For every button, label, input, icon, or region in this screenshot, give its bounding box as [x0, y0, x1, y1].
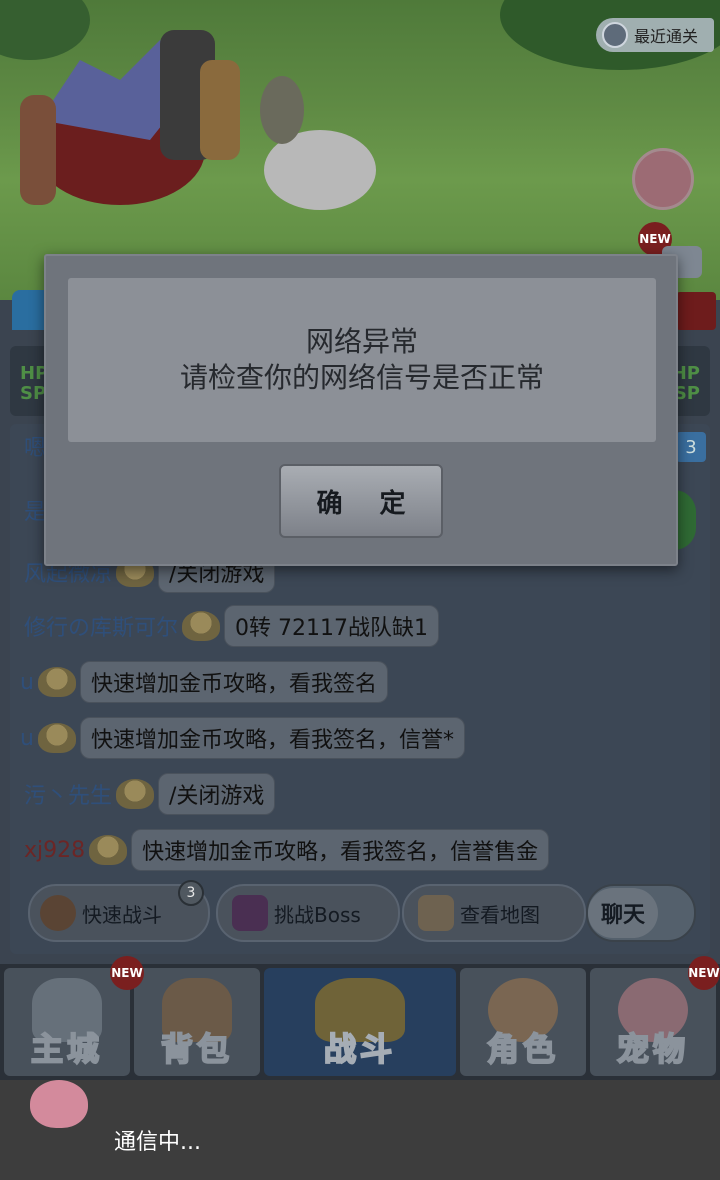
chat-message: /关闭游戏: [158, 773, 276, 815]
boss-icon: [232, 895, 268, 931]
dialog-title: 网络异常: [305, 325, 418, 358]
last-stage-button[interactable]: 最近通关: [596, 18, 714, 52]
chat-toggle[interactable]: 聊天: [586, 884, 696, 942]
chat-row: 修行の库斯可尔 0转 72117战队缺1: [24, 605, 439, 647]
nav-label: 主城: [30, 1029, 103, 1069]
chat-message: 0转 72117战队缺1: [224, 605, 439, 647]
chat-message: 快速增加金币攻略，看我签名: [79, 661, 388, 703]
play-icon: [602, 22, 628, 48]
small-creature: [260, 76, 304, 144]
chat-row: xj928 快速增加金币攻略，看我签名，信誉售金: [24, 829, 550, 871]
nav-main-city[interactable]: 主城: [4, 968, 130, 1076]
chat-username[interactable]: 修行の库斯可尔: [24, 610, 178, 642]
chat-message: 快速增加金币攻略，看我签名，信誉*: [79, 717, 465, 759]
party-characters: [20, 30, 376, 210]
warrior-icon: [40, 895, 76, 931]
new-badge: NEW: [110, 956, 144, 990]
challenge-boss-label: 挑战Boss: [274, 902, 361, 927]
nav-label: 宠物: [616, 1029, 689, 1069]
nav-label: 角色: [486, 1029, 559, 1069]
chat-row: u 快速增加金币攻略，看我签名: [20, 661, 388, 703]
chat-username[interactable]: 污丶先生: [24, 778, 112, 810]
view-map-label: 查看地图: [460, 902, 540, 927]
girl-character: [20, 95, 56, 205]
rank-medal-icon: [182, 611, 221, 641]
chat-message: 快速增加金币攻略，看我签名，信誉售金: [131, 829, 550, 871]
rank-medal-icon: [37, 723, 76, 753]
loading-text: 通信中...: [114, 1130, 201, 1155]
last-stage-label: 最近通关: [634, 27, 699, 46]
chat-username[interactable]: 嗯: [24, 430, 46, 462]
nav-character[interactable]: 角色: [460, 968, 586, 1076]
dialog-message: 请检查你的网络信号是否正常: [179, 361, 544, 394]
chat-row: 是: [24, 490, 46, 530]
confirm-button[interactable]: 确 定: [279, 464, 443, 538]
nav-battle[interactable]: 战斗: [264, 968, 456, 1076]
loading-toast: [0, 1080, 720, 1180]
chat-row: u 快速增加金币攻略，看我签名，信誉*: [20, 717, 465, 759]
rank-medal-icon: [116, 779, 155, 809]
nav-label: 战斗: [323, 1029, 396, 1069]
rank-medal-icon: [37, 667, 76, 697]
chat-username[interactable]: u: [20, 726, 34, 751]
chat-row: 污丶先生 /关闭游戏: [24, 773, 276, 815]
chat-username[interactable]: 是: [24, 494, 46, 526]
chat-channel-tab[interactable]: 3: [676, 432, 706, 462]
quick-battle-label: 快速战斗: [82, 902, 162, 927]
challenge-boss-button[interactable]: 挑战Boss: [216, 884, 400, 942]
quick-battle-count-badge: 3: [178, 880, 204, 906]
chat-username[interactable]: u: [20, 670, 34, 695]
chat-username[interactable]: xj928: [24, 838, 85, 863]
gift-box-icon[interactable]: [676, 292, 716, 330]
bottom-nav: 主城 背包 战斗 角色 宠物: [0, 964, 720, 1080]
new-badge: NEW: [688, 956, 720, 990]
floating-pet-icon[interactable]: [632, 148, 694, 210]
pet-avatar-icon: [30, 1080, 88, 1128]
chat-row: 嗯: [24, 426, 46, 466]
blonde-character: [200, 60, 240, 160]
nav-label: 背包: [160, 1029, 233, 1069]
nav-backpack[interactable]: 背包: [134, 968, 260, 1076]
dialog-message-box: 网络异常 请检查你的网络信号是否正常: [68, 278, 656, 442]
chat-toggle-label: 聊天: [588, 888, 658, 938]
scroll-map-icon: [418, 895, 454, 931]
rank-medal-icon: [89, 835, 128, 865]
view-map-button[interactable]: 查看地图: [402, 884, 586, 942]
network-error-dialog: 网络异常 请检查你的网络信号是否正常 确 定: [44, 254, 678, 566]
